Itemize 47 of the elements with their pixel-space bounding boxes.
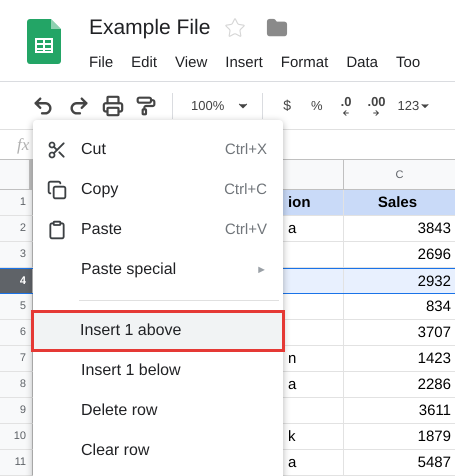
row-number[interactable]: 11 [0, 450, 33, 475]
arrow-left-icon [341, 108, 352, 116]
menu-bar-item[interactable]: Insert [225, 52, 263, 74]
row-number[interactable]: 7 [0, 346, 33, 371]
arrow-right-icon [371, 108, 382, 116]
row-number[interactable]: 9 [0, 398, 33, 423]
menu-item[interactable]: Insert 1 above [32, 311, 284, 351]
table-cell: 2932 [344, 269, 455, 293]
copy-icon [47, 180, 67, 200]
menu-bar-item[interactable]: View [175, 52, 208, 74]
zoom-dropdown[interactable]: 100% [191, 96, 250, 116]
scissors-icon [47, 140, 67, 160]
increase-decimals-button[interactable]: .00 [367, 94, 386, 116]
row-number[interactable]: 2 [0, 216, 33, 241]
menu-bar-item[interactable]: Data [346, 52, 378, 74]
row-number[interactable]: 4 [0, 269, 33, 293]
undo-icon[interactable] [32, 94, 54, 116]
star-icon[interactable] [224, 16, 246, 39]
number-format-dropdown[interactable]: 123 [398, 96, 432, 116]
row-number[interactable]: 1 [0, 190, 33, 215]
submenu-arrow: ► [256, 262, 267, 278]
formula-label: fx [17, 134, 30, 156]
decrease-decimals-button[interactable]: .0 [340, 94, 352, 116]
paint-format-icon[interactable] [136, 96, 156, 116]
percent-button[interactable]: % [311, 96, 323, 116]
row-number[interactable]: 3 [0, 242, 33, 267]
row-number[interactable]: 8 [0, 372, 33, 397]
document-title[interactable]: Example File [89, 12, 210, 44]
clipboard-icon [47, 220, 67, 240]
menu-item[interactable]: Cut Ctrl+X [33, 130, 283, 170]
shortcut-label: Ctrl+V [224, 220, 267, 240]
redo-icon[interactable] [68, 94, 90, 116]
menu-bar-item[interactable]: Too [396, 52, 420, 74]
table-cell: Sales [344, 190, 455, 215]
folder-icon[interactable] [266, 16, 288, 39]
sheets-logo-icon [27, 19, 61, 64]
currency-button[interactable]: $ [283, 95, 292, 116]
shortcut-label: Ctrl+X [224, 140, 267, 160]
row-number[interactable]: 6 [0, 320, 33, 345]
print-icon[interactable] [102, 94, 124, 116]
menu-bar-item[interactable]: File [89, 52, 114, 74]
menu-bar-item[interactable]: Format [280, 52, 328, 74]
menu-item[interactable]: Paste special ► [33, 250, 283, 290]
row-number[interactable]: 10 [0, 424, 33, 449]
row-number[interactable]: 5 [0, 294, 33, 319]
menu-bar-item[interactable]: Edit [131, 52, 158, 74]
shortcut-label: Ctrl+C [224, 180, 267, 200]
